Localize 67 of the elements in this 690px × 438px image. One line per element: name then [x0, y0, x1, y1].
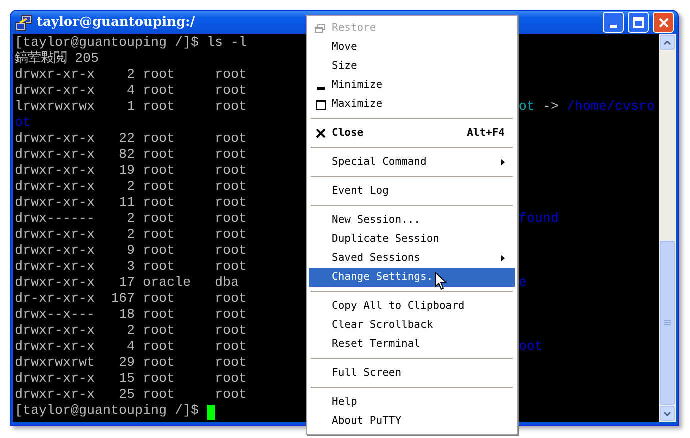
terminal-text: e — [518, 276, 527, 291]
menu-item[interactable]: Minimize — [309, 76, 515, 95]
scroll-up-button[interactable] — [660, 35, 675, 50]
close-button[interactable] — [653, 12, 674, 33]
menu-item[interactable]: Clear Scrollback — [309, 316, 515, 335]
terminal-line: drwx------ 2 root root — [15, 212, 247, 228]
scroll-down-button[interactable] — [660, 406, 675, 421]
terminal-line: 鎬荤敤閲 205 — [15, 52, 99, 68]
menu-item[interactable]: Event Log — [309, 182, 515, 201]
terminal-line: drwxr-xr-x 15 root root — [15, 372, 247, 388]
menu-item[interactable]: About PuTTY — [309, 412, 515, 431]
submenu-arrow-icon — [501, 255, 505, 262]
menu-item[interactable]: Size — [309, 57, 515, 76]
minimize-icon — [316, 87, 324, 90]
scroll-thumb[interactable] — [660, 241, 675, 405]
terminal-line: drwxr-xr-x 2 root root — [15, 68, 247, 84]
minimize-icon — [610, 25, 617, 28]
menu-item[interactable]: Copy All to Clipboard — [309, 297, 515, 316]
terminal-line: drwxr-xr-x 17 oracle dba — [15, 276, 239, 292]
terminal-app-icon — [15, 14, 33, 30]
terminal-line: lrwxrwxrwx 1 root root — [15, 100, 247, 116]
terminal-line: drwxr-xr-x 11 root root — [15, 196, 247, 212]
terminal-line: drwxr-xr-x 4 root root — [15, 84, 247, 100]
maximize-icon — [633, 17, 644, 28]
maximize-icon — [316, 100, 326, 110]
caret-up-icon — [664, 40, 671, 44]
restore-icon — [315, 24, 326, 33]
terminal-line: drwxr-xr-x 4 root root — [15, 340, 247, 356]
menu-item[interactable]: Special Command — [309, 153, 515, 172]
menu-item[interactable]: Close Alt+F4 — [309, 124, 515, 143]
terminal-text: -> — [542, 100, 560, 115]
terminal-line: drwxr-xr-x 25 root root — [15, 388, 247, 404]
terminal-line: drwxr-xr-x 22 root root — [15, 132, 247, 148]
scrollbar[interactable] — [659, 34, 676, 422]
terminal-line: [taylor@guantouping /]$ — [15, 404, 200, 420]
menu-item[interactable]: New Session... — [309, 211, 515, 230]
menu-item[interactable]: Reset Terminal — [309, 335, 515, 354]
submenu-arrow-icon — [501, 159, 505, 166]
terminal-line: drwx--x--- 18 root root — [15, 308, 247, 324]
minimize-button[interactable] — [603, 12, 624, 33]
terminal-text: /home/cvsro — [566, 100, 655, 115]
caret-down-icon — [664, 412, 671, 416]
menu-item[interactable]: Help — [309, 393, 515, 412]
terminal-line: dr-xr-xr-x 167 root root — [15, 292, 247, 308]
close-icon — [316, 129, 326, 138]
grip-icon — [664, 320, 671, 326]
menu-item[interactable]: Maximize — [309, 95, 515, 114]
menu-item[interactable]: Duplicate Session — [309, 230, 515, 249]
terminal-text: oot — [518, 340, 543, 355]
terminal-text: ot — [518, 100, 535, 115]
menu-item[interactable]: Full Screen — [309, 364, 515, 383]
terminal-text: found — [518, 212, 559, 227]
terminal-line: drwxr-xr-x 19 root root — [15, 164, 247, 180]
terminal-line: ot — [15, 116, 31, 132]
terminal-line: drwxr-xr-x 82 root root — [15, 148, 247, 164]
menu-item[interactable]: Saved Sessions — [309, 249, 515, 268]
terminal-line: drwxr-xr-x 2 root root — [15, 180, 247, 196]
terminal-line: drwxr-xr-x 3 root root — [15, 260, 247, 276]
terminal-line: drwxrwxrwt 29 root root — [15, 356, 247, 372]
terminal-line: drwxr-xr-x 9 root root — [15, 244, 247, 260]
terminal-line: drwxr-xr-x 2 root root — [15, 324, 247, 340]
terminal-line: [taylor@guantouping /]$ ls -l — [15, 36, 247, 51]
maximize-button[interactable] — [628, 12, 649, 33]
window-title: taylor@guantouping:/ — [37, 14, 196, 32]
terminal-line: drwxr-xr-x 2 root root — [15, 228, 247, 244]
menu-item[interactable]: Move — [309, 38, 515, 57]
close-icon — [658, 18, 668, 28]
